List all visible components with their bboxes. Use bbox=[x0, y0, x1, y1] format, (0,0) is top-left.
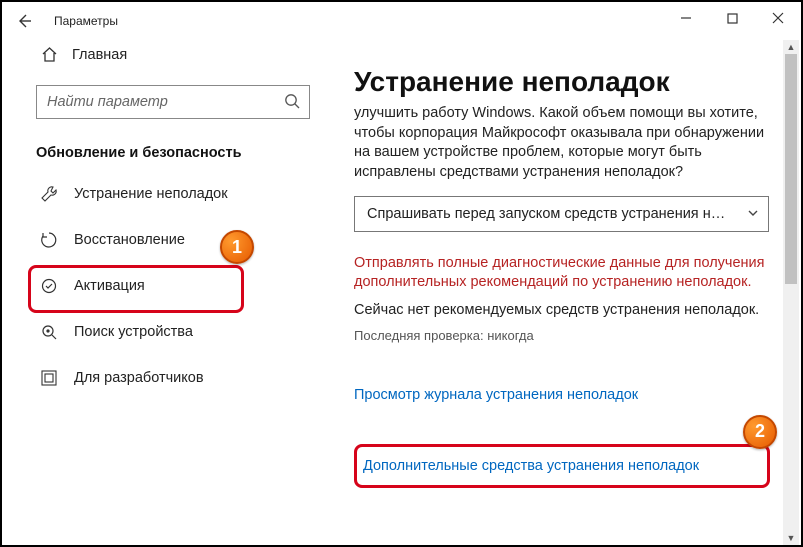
scrollbar-thumb[interactable] bbox=[785, 54, 797, 284]
find-device-icon bbox=[40, 323, 58, 341]
sidebar-section-header: Обновление и безопасность bbox=[2, 127, 324, 171]
sidebar-item-label: Устранение неполадок bbox=[74, 186, 228, 202]
search-wrap bbox=[2, 69, 324, 127]
window-controls bbox=[663, 2, 801, 34]
back-button[interactable] bbox=[2, 2, 46, 40]
titlebar: Параметры bbox=[2, 2, 801, 40]
sidebar-item-find-device[interactable]: Поиск устройства bbox=[2, 309, 324, 355]
minimize-button[interactable] bbox=[663, 2, 709, 34]
scroll-up-icon[interactable]: ▲ bbox=[783, 40, 799, 54]
wrench-icon bbox=[40, 185, 58, 203]
sidebar-item-developer[interactable]: Для разработчиков bbox=[2, 355, 324, 401]
sidebar-item-activation[interactable]: Активация bbox=[2, 263, 324, 309]
annotation-marker-2: 2 bbox=[743, 415, 777, 449]
select-value: Спрашивать перед запуском средств устран… bbox=[367, 206, 732, 222]
recovery-icon bbox=[40, 231, 58, 249]
content-area: Устранение неполадок улучшить работу Win… bbox=[324, 40, 801, 545]
link-history[interactable]: Просмотр журнала устранения неполадок bbox=[354, 387, 638, 403]
arrow-left-icon bbox=[16, 13, 32, 29]
search-input[interactable] bbox=[37, 86, 309, 118]
minimize-icon bbox=[680, 12, 692, 24]
chevron-down-icon bbox=[746, 206, 760, 220]
vertical-scrollbar[interactable]: ▲ ▼ bbox=[783, 40, 799, 545]
maximize-icon bbox=[727, 13, 738, 24]
sidebar-item-recovery[interactable]: Восстановление bbox=[2, 217, 324, 263]
sidebar-item-label: Восстановление bbox=[74, 232, 185, 248]
home-icon bbox=[40, 46, 58, 63]
last-check: Последняя проверка: никогда bbox=[354, 318, 775, 343]
scroll-down-icon[interactable]: ▼ bbox=[783, 531, 799, 545]
settings-window: Параметры Главная bbox=[0, 0, 803, 547]
close-button[interactable] bbox=[755, 2, 801, 34]
sidebar-item-label: Для разработчиков bbox=[74, 370, 204, 386]
body: Главная Обновление и безопасность Устран… bbox=[2, 40, 801, 545]
search-icon bbox=[284, 93, 301, 110]
description-text: улучшить работу Windows. Какой объем пом… bbox=[354, 98, 774, 182]
search-box[interactable] bbox=[36, 85, 310, 119]
troubleshoot-mode-select[interactable]: Спрашивать перед запуском средств устран… bbox=[354, 196, 769, 232]
annotation-highlight-2: Дополнительные средства устранения непол… bbox=[354, 444, 770, 488]
activation-icon bbox=[40, 277, 58, 295]
page-title: Устранение неполадок bbox=[354, 40, 775, 98]
diagnostic-warning: Отправлять полные диагностические данные… bbox=[354, 232, 774, 292]
sidebar-home[interactable]: Главная bbox=[2, 40, 324, 69]
sidebar-item-label: Активация bbox=[74, 278, 145, 294]
sidebar-item-troubleshoot[interactable]: Устранение неполадок bbox=[2, 171, 324, 217]
link-additional-troubleshooters[interactable]: Дополнительные средства устранения непол… bbox=[363, 458, 699, 474]
developer-icon bbox=[40, 369, 58, 387]
window-title: Параметры bbox=[46, 14, 118, 28]
sidebar-item-label: Поиск устройства bbox=[74, 324, 193, 340]
maximize-button[interactable] bbox=[709, 2, 755, 34]
sidebar-home-label: Главная bbox=[72, 47, 127, 63]
recommendation-status: Сейчас нет рекомендуемых средств устране… bbox=[354, 292, 774, 318]
sidebar: Главная Обновление и безопасность Устран… bbox=[2, 40, 324, 545]
close-icon bbox=[772, 12, 784, 24]
